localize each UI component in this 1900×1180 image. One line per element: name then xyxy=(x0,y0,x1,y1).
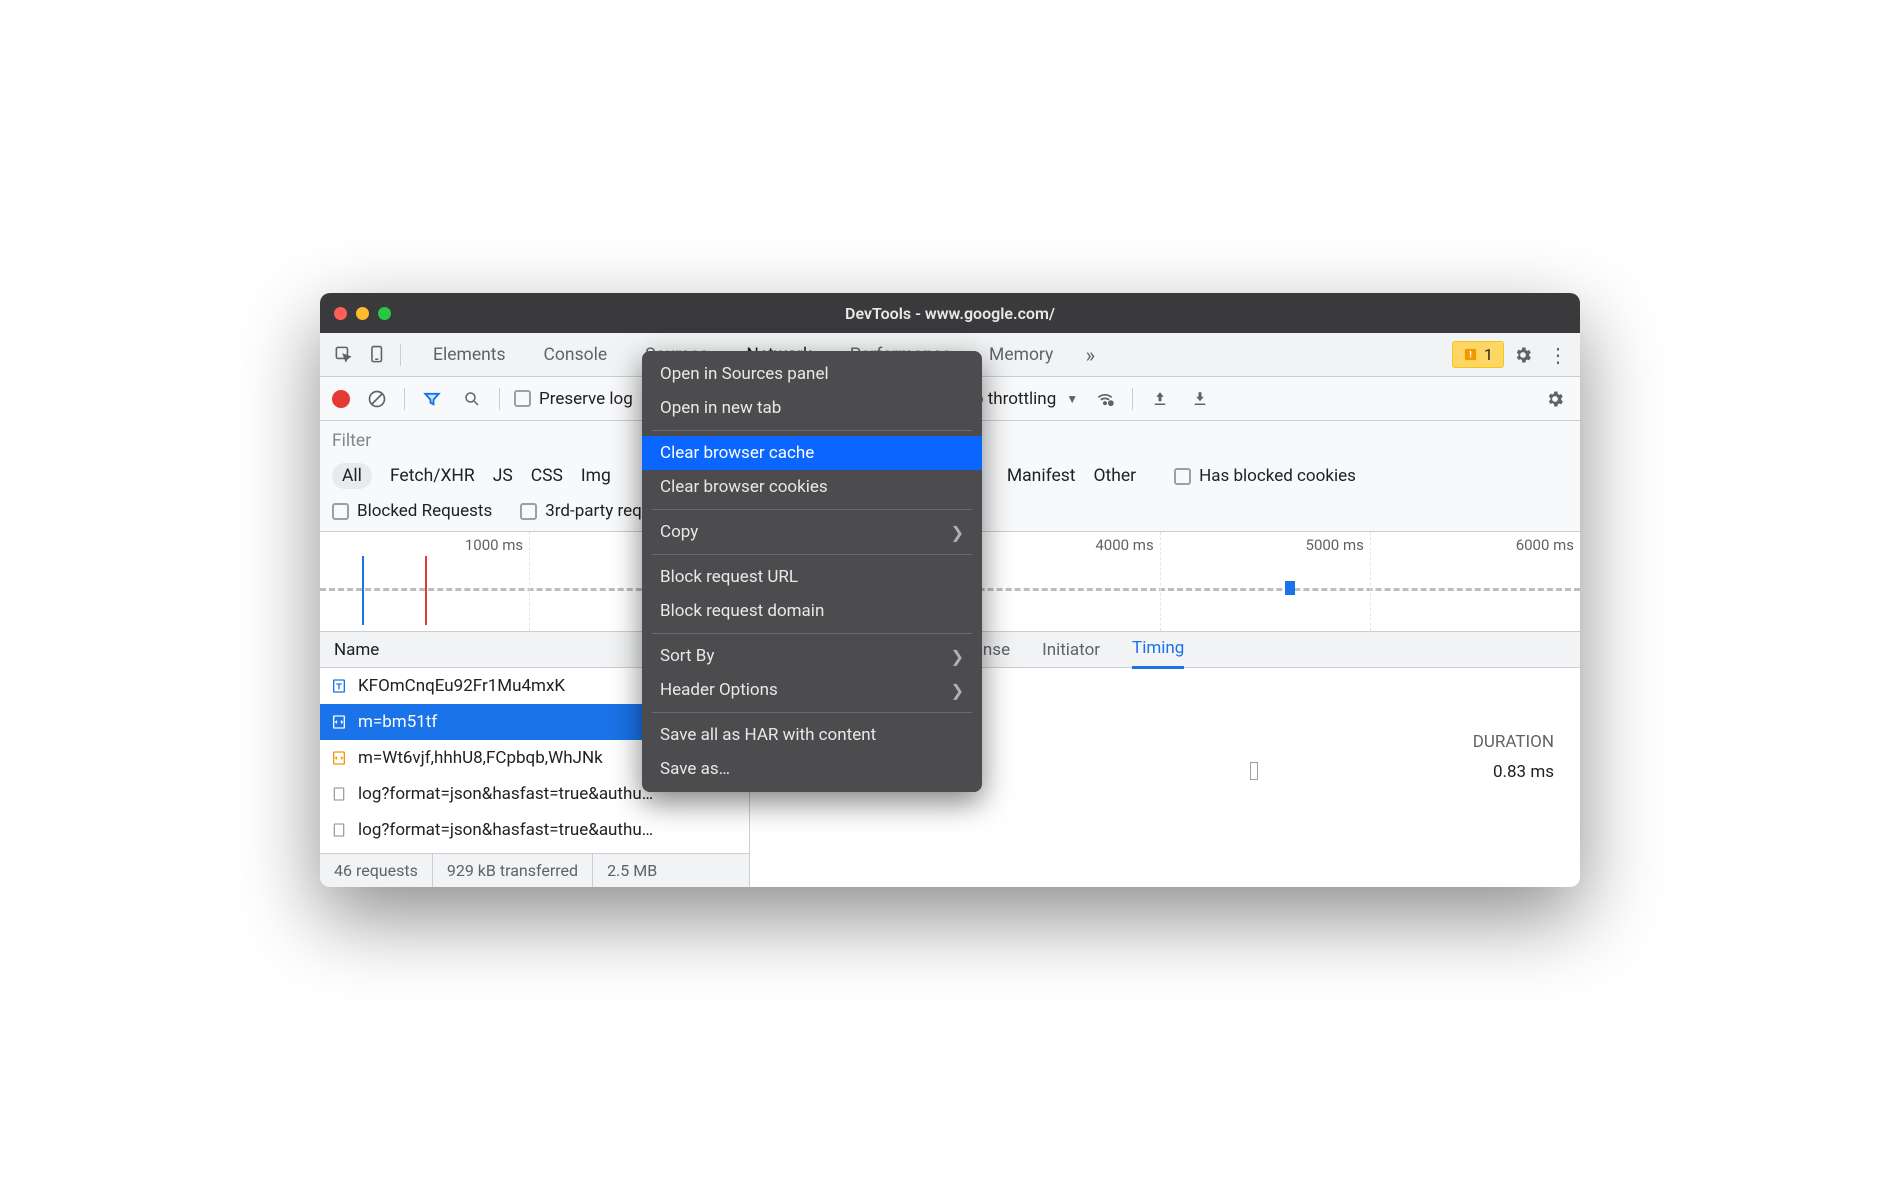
context-menu: Open in Sources panelOpen in new tab Clea… xyxy=(642,351,982,792)
menu-item[interactable]: Open in new tab xyxy=(642,391,982,425)
warnings-count: 1 xyxy=(1484,345,1493,364)
devtools-window: DevTools - www.google.com/ Elements Cons… xyxy=(320,293,1580,887)
has-blocked-cookies-checkbox[interactable]: Has blocked cookies xyxy=(1174,466,1356,486)
upload-icon[interactable] xyxy=(1147,386,1173,412)
menu-item[interactable]: Save as… xyxy=(642,752,982,786)
kebab-menu-icon[interactable]: ⋮ xyxy=(1542,340,1572,370)
chevron-down-icon: ▼ xyxy=(1066,392,1078,406)
chip-js[interactable]: JS xyxy=(493,466,513,486)
search-icon[interactable] xyxy=(459,386,485,412)
maximize-window-button[interactable] xyxy=(378,307,391,320)
status-requests: 46 requests xyxy=(320,861,432,880)
chip-css[interactable]: CSS xyxy=(531,466,563,486)
menu-item[interactable]: Copy❯ xyxy=(642,515,982,549)
chevron-right-icon: ❯ xyxy=(951,681,964,700)
menu-item[interactable]: Sort By❯ xyxy=(642,639,982,673)
chip-fetch-xhr[interactable]: Fetch/XHR xyxy=(390,466,475,486)
detail-tab-timing[interactable]: Timing xyxy=(1132,630,1184,669)
timing-duration-header: DURATION xyxy=(1473,732,1554,752)
menu-item[interactable]: Block request URL xyxy=(642,560,982,594)
download-icon[interactable] xyxy=(1187,386,1213,412)
device-toggle-icon[interactable] xyxy=(362,340,392,370)
tab-memory[interactable]: Memory xyxy=(971,335,1071,375)
menu-separator xyxy=(652,554,972,555)
filter-icon[interactable] xyxy=(419,386,445,412)
menu-item[interactable]: Block request domain xyxy=(642,594,982,628)
minimize-window-button[interactable] xyxy=(356,307,369,320)
menu-item[interactable]: Open in Sources panel xyxy=(642,357,982,391)
blocked-requests-checkbox[interactable]: Blocked Requests xyxy=(332,501,492,521)
warnings-badge[interactable]: ! 1 xyxy=(1452,341,1504,368)
divider xyxy=(499,388,500,410)
wifi-icon[interactable] xyxy=(1092,386,1118,412)
record-button[interactable] xyxy=(332,390,350,408)
divider xyxy=(404,388,405,410)
menu-separator xyxy=(652,633,972,634)
tab-console[interactable]: Console xyxy=(526,335,626,375)
request-row[interactable]: log?format=json&hasfast=true&authu… xyxy=(320,812,749,848)
doc-file-icon xyxy=(330,785,348,803)
inspect-element-icon[interactable] xyxy=(328,340,358,370)
preserve-log-label: Preserve log xyxy=(539,389,633,409)
detail-tab-initiator[interactable]: Initiator xyxy=(1042,632,1100,668)
chevron-right-icon: ❯ xyxy=(951,523,964,542)
menu-item[interactable]: Save all as HAR with content xyxy=(642,718,982,752)
preserve-log-checkbox[interactable]: Preserve log xyxy=(514,389,633,409)
titlebar: DevTools - www.google.com/ xyxy=(320,293,1580,333)
queueing-bar xyxy=(1250,762,1258,780)
clear-icon[interactable] xyxy=(364,386,390,412)
script-file-icon xyxy=(330,749,348,767)
menu-separator xyxy=(652,430,972,431)
menu-separator xyxy=(652,509,972,510)
script-file-icon xyxy=(330,713,348,731)
chip-img[interactable]: Img xyxy=(581,466,611,486)
font-file-icon xyxy=(330,677,348,695)
chip-other[interactable]: Other xyxy=(1094,466,1137,486)
window-title: DevTools - www.google.com/ xyxy=(320,304,1580,323)
doc-file-icon xyxy=(330,821,348,839)
filter-input[interactable]: Filter xyxy=(332,431,371,451)
chip-all[interactable]: All xyxy=(332,463,372,489)
settings-icon[interactable] xyxy=(1508,340,1538,370)
more-tabs-icon[interactable]: » xyxy=(1075,340,1105,370)
divider xyxy=(1132,388,1133,410)
timing-queueing-value: 0.83 ms xyxy=(1493,762,1554,782)
menu-item[interactable]: Header Options❯ xyxy=(642,673,982,707)
window-controls xyxy=(334,307,391,320)
status-transferred: 929 kB transferred xyxy=(432,854,592,887)
svg-text:!: ! xyxy=(1469,350,1472,361)
menu-separator xyxy=(652,712,972,713)
menu-item[interactable]: Clear browser cookies xyxy=(642,470,982,504)
menu-item[interactable]: Clear browser cache xyxy=(642,436,982,470)
status-bar: 46 requests 929 kB transferred 2.5 MB xyxy=(320,853,749,887)
status-resources: 2.5 MB xyxy=(592,854,671,887)
tab-elements[interactable]: Elements xyxy=(415,335,524,375)
divider xyxy=(400,344,401,366)
panel-settings-icon[interactable] xyxy=(1542,386,1568,412)
chip-manifest[interactable]: Manifest xyxy=(1007,466,1076,486)
close-window-button[interactable] xyxy=(334,307,347,320)
chevron-right-icon: ❯ xyxy=(951,647,964,666)
